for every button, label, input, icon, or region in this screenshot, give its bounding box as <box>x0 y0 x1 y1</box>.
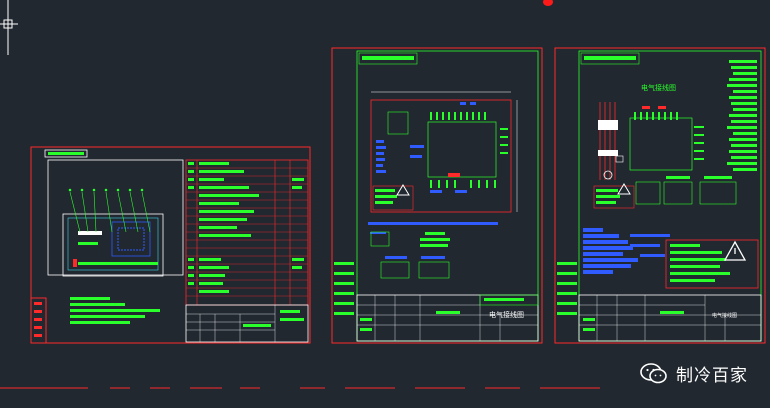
wechat-icon <box>640 362 667 383</box>
drawing-sheet-2[interactable] <box>331 47 543 344</box>
drawing-sheet-3[interactable] <box>554 47 766 344</box>
red-marker <box>543 0 553 6</box>
drawing-sheet-1[interactable] <box>30 146 311 344</box>
cad-model-space[interactable]: 电气接线图 电气接线图 电气接线图 <box>0 0 770 408</box>
watermark-text: 制冷百家 <box>676 366 748 386</box>
warning-triangle-icon <box>396 184 410 196</box>
sheet-3-title-block-text: 电气接线图 <box>712 312 737 319</box>
sheet-3-title: 电气接线图 <box>641 83 676 92</box>
sheet-2-title-block-text: 电气接线图 <box>489 310 524 319</box>
watermark: 制冷百家 <box>640 361 748 386</box>
crosshair-cursor <box>0 0 18 55</box>
